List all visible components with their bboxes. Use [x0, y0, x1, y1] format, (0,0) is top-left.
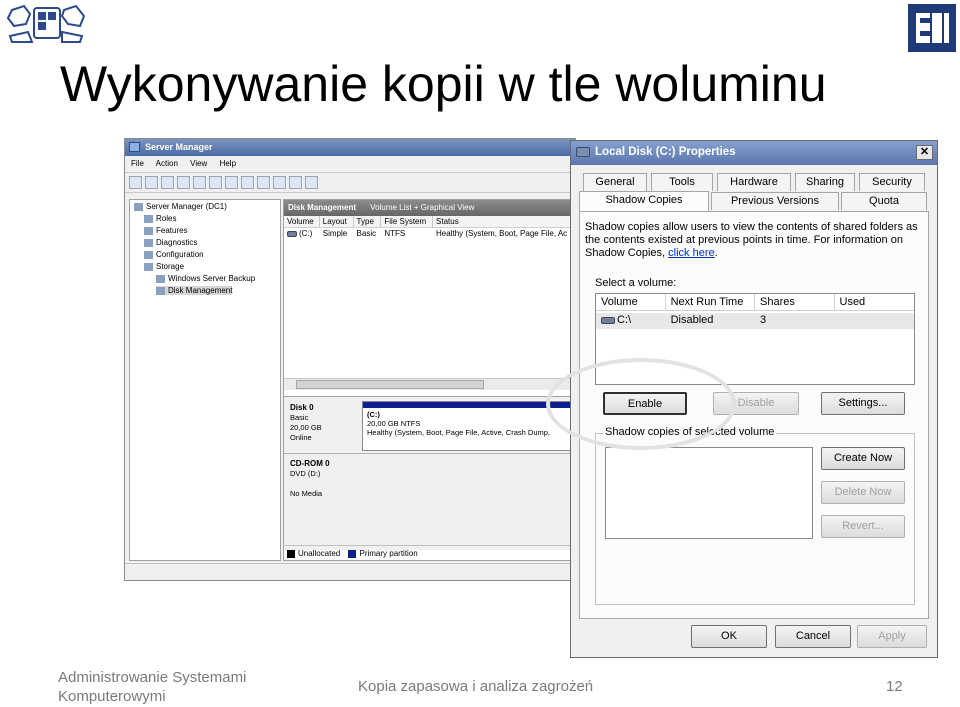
column-volume[interactable]: Volume	[596, 294, 666, 310]
column-next-run-time[interactable]: Next Run Time	[665, 294, 755, 310]
menu-action[interactable]: Action	[156, 159, 178, 168]
tree-item-disk-management[interactable]: Disk Management	[156, 286, 233, 295]
tree-item-features[interactable]: Features	[144, 226, 188, 235]
drive-icon	[576, 147, 590, 157]
drive-icon	[601, 316, 615, 324]
column-used[interactable]: Used	[834, 294, 914, 310]
create-now-button[interactable]: Create Now	[821, 447, 905, 470]
server-manager-icon	[129, 142, 140, 152]
column-shares[interactable]: Shares	[755, 294, 835, 310]
partition-legend: Unallocated Primary partition	[283, 545, 573, 561]
backup-icon	[156, 274, 165, 283]
graphical-view: Disk 0 Basic 20,00 GB Online (C:) 20,00 …	[284, 396, 572, 550]
drive-icon	[287, 230, 297, 237]
tab-shadow-copies[interactable]: Shadow Copies	[579, 191, 709, 212]
tab-previous-versions[interactable]: Previous Versions	[711, 192, 839, 210]
slide-title: Wykonywanie kopii w tle woluminu	[60, 56, 827, 112]
settings-button[interactable]: Settings...	[821, 392, 905, 415]
roles-icon	[144, 214, 153, 223]
volume-row-c[interactable]: C:\ Disabled 3	[596, 313, 914, 329]
page-number: 12	[886, 678, 903, 695]
diagnostics-icon	[144, 238, 153, 247]
disk-0-name: Disk 0	[290, 403, 314, 412]
column-volume[interactable]: Volume	[284, 216, 320, 227]
horizontal-scrollbar[interactable]	[284, 378, 572, 390]
menu-file[interactable]: File	[131, 159, 144, 168]
server-manager-titlebar: Server Manager	[125, 139, 575, 156]
delete-icon[interactable]	[241, 176, 254, 189]
help-icon[interactable]	[193, 176, 206, 189]
tab-general[interactable]: General	[583, 173, 647, 191]
column-file-system[interactable]: File System	[381, 216, 434, 227]
server-manager-title: Server Manager	[145, 142, 213, 152]
tab-sharing[interactable]: Sharing	[795, 173, 855, 191]
tab-security[interactable]: Security	[859, 173, 925, 191]
server-icon	[134, 202, 143, 211]
close-button[interactable]: ✕	[916, 145, 933, 160]
help-link[interactable]: click here	[668, 247, 714, 259]
ok-button[interactable]: OK	[691, 625, 767, 648]
export-icon[interactable]	[257, 176, 270, 189]
features-icon	[144, 226, 153, 235]
configuration-icon	[144, 250, 153, 259]
footer-topic: Kopia zapasowa i analiza zagrożeń	[358, 678, 594, 695]
primary-swatch	[348, 549, 357, 558]
back-icon[interactable]	[129, 176, 142, 189]
footer-course: Administrowanie Systemami Komputerowymi	[58, 669, 247, 705]
tab-hardware[interactable]: Hardware	[717, 173, 791, 191]
cdrom-0-label[interactable]: CD-ROM 0 DVD (D:) No Media	[290, 459, 330, 499]
unallocated-swatch	[287, 549, 295, 558]
tab-quota[interactable]: Quota	[841, 192, 927, 210]
disk-management-header: Disk Management Volume List + Graphical …	[284, 200, 572, 216]
navigation-tree: Server Manager (DC1) Roles Features Diag…	[129, 199, 281, 561]
status-bar	[125, 563, 575, 580]
column-layout[interactable]: Layout	[320, 216, 354, 227]
server-manager-menubar: File Action View Help	[125, 156, 575, 173]
divider	[284, 453, 572, 454]
tree-item-storage[interactable]: Storage	[144, 262, 184, 271]
shadow-copies-description: Shadow copies allow users to view the co…	[585, 221, 918, 259]
apply-button[interactable]: Apply	[857, 625, 927, 648]
show-hide-tree-icon[interactable]	[177, 176, 190, 189]
disk-management-icon	[156, 286, 165, 295]
storage-icon	[144, 262, 153, 271]
column-type[interactable]: Type	[354, 216, 382, 227]
server-manager-window: Server Manager File Action View Help Ser…	[124, 138, 576, 581]
disk-management-pane: Disk Management Volume List + Graphical …	[283, 199, 573, 561]
column-status[interactable]: Status	[433, 216, 572, 227]
tree-item-roles[interactable]: Roles	[144, 214, 176, 223]
menu-help[interactable]: Help	[220, 159, 236, 168]
refresh-icon[interactable]	[225, 176, 238, 189]
server-manager-toolbar	[125, 173, 575, 193]
properties-icon[interactable]	[209, 176, 222, 189]
search-icon[interactable]	[289, 176, 302, 189]
select-volume-label: Select a volume:	[595, 277, 677, 289]
tree-item-windows-server-backup[interactable]: Windows Server Backup	[156, 274, 255, 283]
tree-item-server-manager[interactable]: Server Manager (DC1)	[134, 202, 227, 211]
tree-item-configuration[interactable]: Configuration	[144, 250, 204, 259]
volume-row[interactable]: (C:) Simple Basic NTFS Healthy (System, …	[284, 228, 572, 240]
tab-tools[interactable]: Tools	[651, 173, 713, 191]
university-logo	[6, 4, 86, 43]
cancel-button[interactable]: Cancel	[775, 625, 851, 648]
eti-logo	[908, 4, 956, 52]
scrollbar-thumb[interactable]	[296, 380, 484, 389]
volume-list-header: Volume Next Run Time Shares Used	[596, 294, 914, 311]
forward-icon[interactable]	[145, 176, 158, 189]
cdrom-0-name: CD-ROM 0	[290, 459, 330, 468]
up-folder-icon[interactable]	[161, 176, 174, 189]
tree-item-diagnostics[interactable]: Diagnostics	[144, 238, 197, 247]
settings-icon[interactable]	[305, 176, 318, 189]
highlight-ellipse	[546, 358, 736, 450]
volume-c-partition[interactable]: (C:) 20,00 GB NTFS Healthy (System, Boot…	[362, 401, 572, 451]
disk-0-label[interactable]: Disk 0 Basic 20,00 GB Online	[290, 403, 322, 443]
delete-now-button[interactable]: Delete Now	[821, 481, 905, 504]
open-icon[interactable]	[273, 176, 286, 189]
dialog-titlebar: Local Disk (C:) Properties ✕	[571, 141, 937, 165]
shadow-copies-list[interactable]	[605, 447, 813, 539]
volume-list-header: Volume Layout Type File System Status	[284, 216, 572, 228]
revert-button[interactable]: Revert...	[821, 515, 905, 538]
menu-view[interactable]: View	[190, 159, 207, 168]
dialog-title: Local Disk (C:) Properties	[595, 146, 736, 158]
